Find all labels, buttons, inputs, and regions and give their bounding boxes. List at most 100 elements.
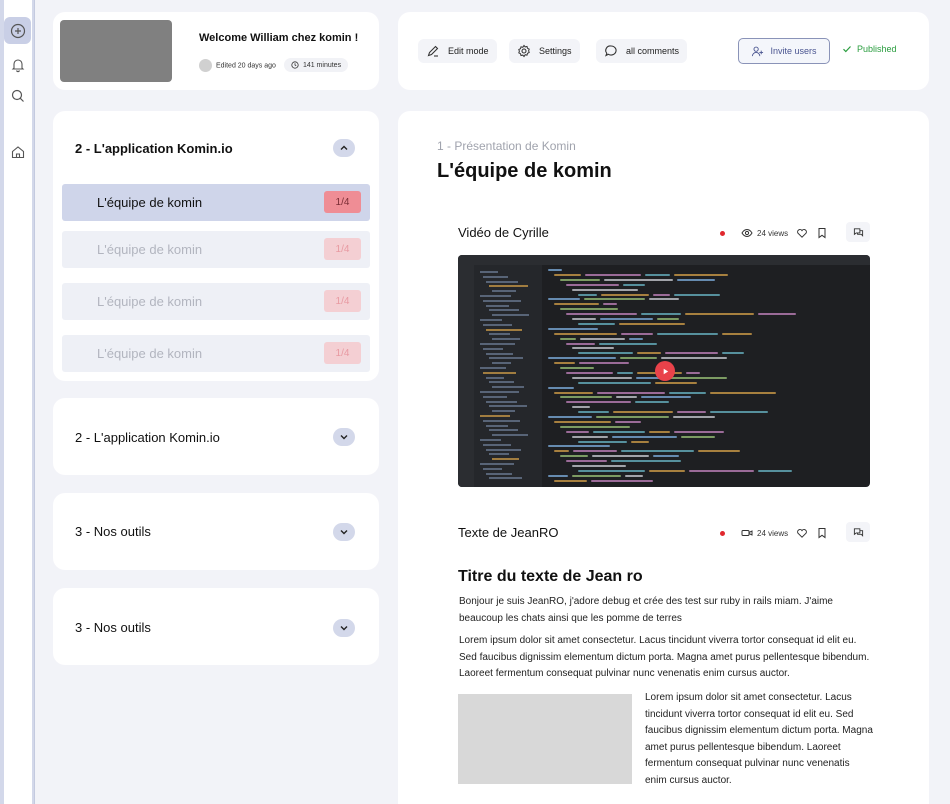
file-tree-line [480, 391, 519, 393]
lesson-progress-badge: 1/4 [324, 238, 361, 260]
settings-button[interactable]: Settings [509, 39, 580, 63]
chevron-up-icon [340, 145, 348, 150]
file-tree-line [480, 319, 502, 321]
file-tree-line [489, 333, 510, 336]
code-line [554, 303, 599, 306]
all-comments-button[interactable]: all comments [596, 39, 688, 63]
file-tree-line [480, 295, 511, 297]
comments-button[interactable] [846, 522, 870, 542]
file-tree-line [486, 400, 517, 403]
editor-tabbar [458, 255, 870, 265]
code-line [560, 278, 600, 281]
lesson-item[interactable]: L'équipe de komin 1/4 [62, 283, 370, 320]
welcome-text: Welcome William chez komin ! [199, 32, 359, 44]
code-line [584, 298, 645, 301]
code-line [566, 371, 613, 374]
collapse-section-button[interactable] [333, 139, 355, 157]
file-tree-line [480, 415, 510, 417]
code-line [686, 371, 700, 374]
search-icon [11, 89, 24, 102]
page-title: L'équipe de komin [437, 160, 612, 182]
lesson-progress-badge: 1/4 [324, 290, 361, 312]
code-line [572, 288, 638, 291]
chevron-down-icon [340, 530, 348, 535]
code-line [657, 332, 718, 335]
code-line [578, 322, 615, 325]
text-intro: Bonjour je suis JeanRO, j'adore debug et… [459, 596, 833, 624]
code-line [655, 381, 697, 384]
edited-info: Edited 20 days ago [199, 58, 276, 72]
file-tree-line [492, 386, 524, 389]
file-tree-line [486, 448, 521, 451]
notifications-button[interactable] [4, 51, 31, 78]
avatar [199, 58, 212, 72]
file-tree-line [480, 463, 514, 465]
file-tree-line [483, 419, 520, 422]
file-tree-line [480, 271, 498, 273]
file-tree-line [486, 304, 509, 307]
lesson-title: L'équipe de komin [97, 346, 203, 361]
invite-users-button[interactable]: Invite users [738, 38, 830, 64]
code-line [560, 337, 576, 340]
comments-button[interactable] [846, 222, 870, 242]
lesson-item[interactable]: L'équipe de komin 1/4 [62, 335, 370, 372]
code-line [631, 440, 649, 443]
code-line [578, 352, 633, 355]
code-line [578, 381, 651, 384]
play-button[interactable] [655, 361, 675, 381]
camera-icon [741, 530, 753, 536]
file-tree-line [480, 343, 515, 345]
code-line [578, 440, 627, 443]
file-tree-line [486, 376, 504, 379]
code-line [698, 450, 740, 453]
code-line [758, 313, 796, 316]
file-tree-line [489, 429, 518, 432]
code-line [578, 469, 645, 472]
code-line [623, 283, 645, 286]
file-tree-line [483, 275, 508, 278]
heart-icon[interactable] [796, 527, 808, 539]
code-line [657, 318, 679, 320]
code-line [560, 367, 594, 369]
search-button[interactable] [4, 82, 31, 109]
code-line [641, 396, 691, 399]
code-line [597, 391, 665, 394]
views-label: 24 views [757, 228, 789, 238]
file-tree-line [483, 371, 516, 374]
home-button[interactable] [4, 138, 31, 165]
code-line [600, 318, 653, 320]
code-line [645, 273, 670, 276]
lesson-item[interactable]: L'équipe de komin 1/4 [62, 184, 370, 221]
text-heading: Titre du texte de Jean ro [458, 568, 643, 585]
code-line [665, 352, 718, 355]
recording-dot [720, 230, 725, 236]
code-line [566, 342, 595, 345]
code-line [653, 293, 670, 296]
editor-code [544, 267, 870, 487]
code-line [579, 362, 629, 365]
bell-icon [11, 58, 24, 72]
expand-section-button[interactable] [333, 428, 355, 446]
course-meta: Edited 20 days ago 141 minutes [199, 58, 349, 72]
file-tree-line [486, 424, 508, 427]
file-tree-line [480, 367, 506, 369]
code-line [560, 308, 618, 311]
section-title: 2 - L'application Komin.io [75, 141, 233, 156]
invite-users-label: Invite users [770, 46, 817, 56]
edit-mode-button[interactable]: Edit mode [418, 39, 497, 63]
clock-icon [291, 61, 299, 69]
expand-section-button[interactable] [333, 523, 355, 541]
code-line [621, 450, 694, 453]
heart-icon[interactable] [796, 227, 808, 239]
gear-icon [518, 44, 530, 58]
lesson-item[interactable]: L'équipe de komin 1/4 [62, 231, 370, 268]
add-button[interactable] [4, 17, 31, 44]
bookmark-icon[interactable] [816, 527, 828, 539]
code-line [554, 391, 593, 394]
expand-section-button[interactable] [333, 619, 355, 637]
bookmark-icon[interactable] [816, 227, 828, 239]
play-icon [663, 368, 668, 374]
code-line [616, 396, 637, 399]
file-tree-line [486, 472, 512, 475]
code-line [572, 435, 608, 438]
